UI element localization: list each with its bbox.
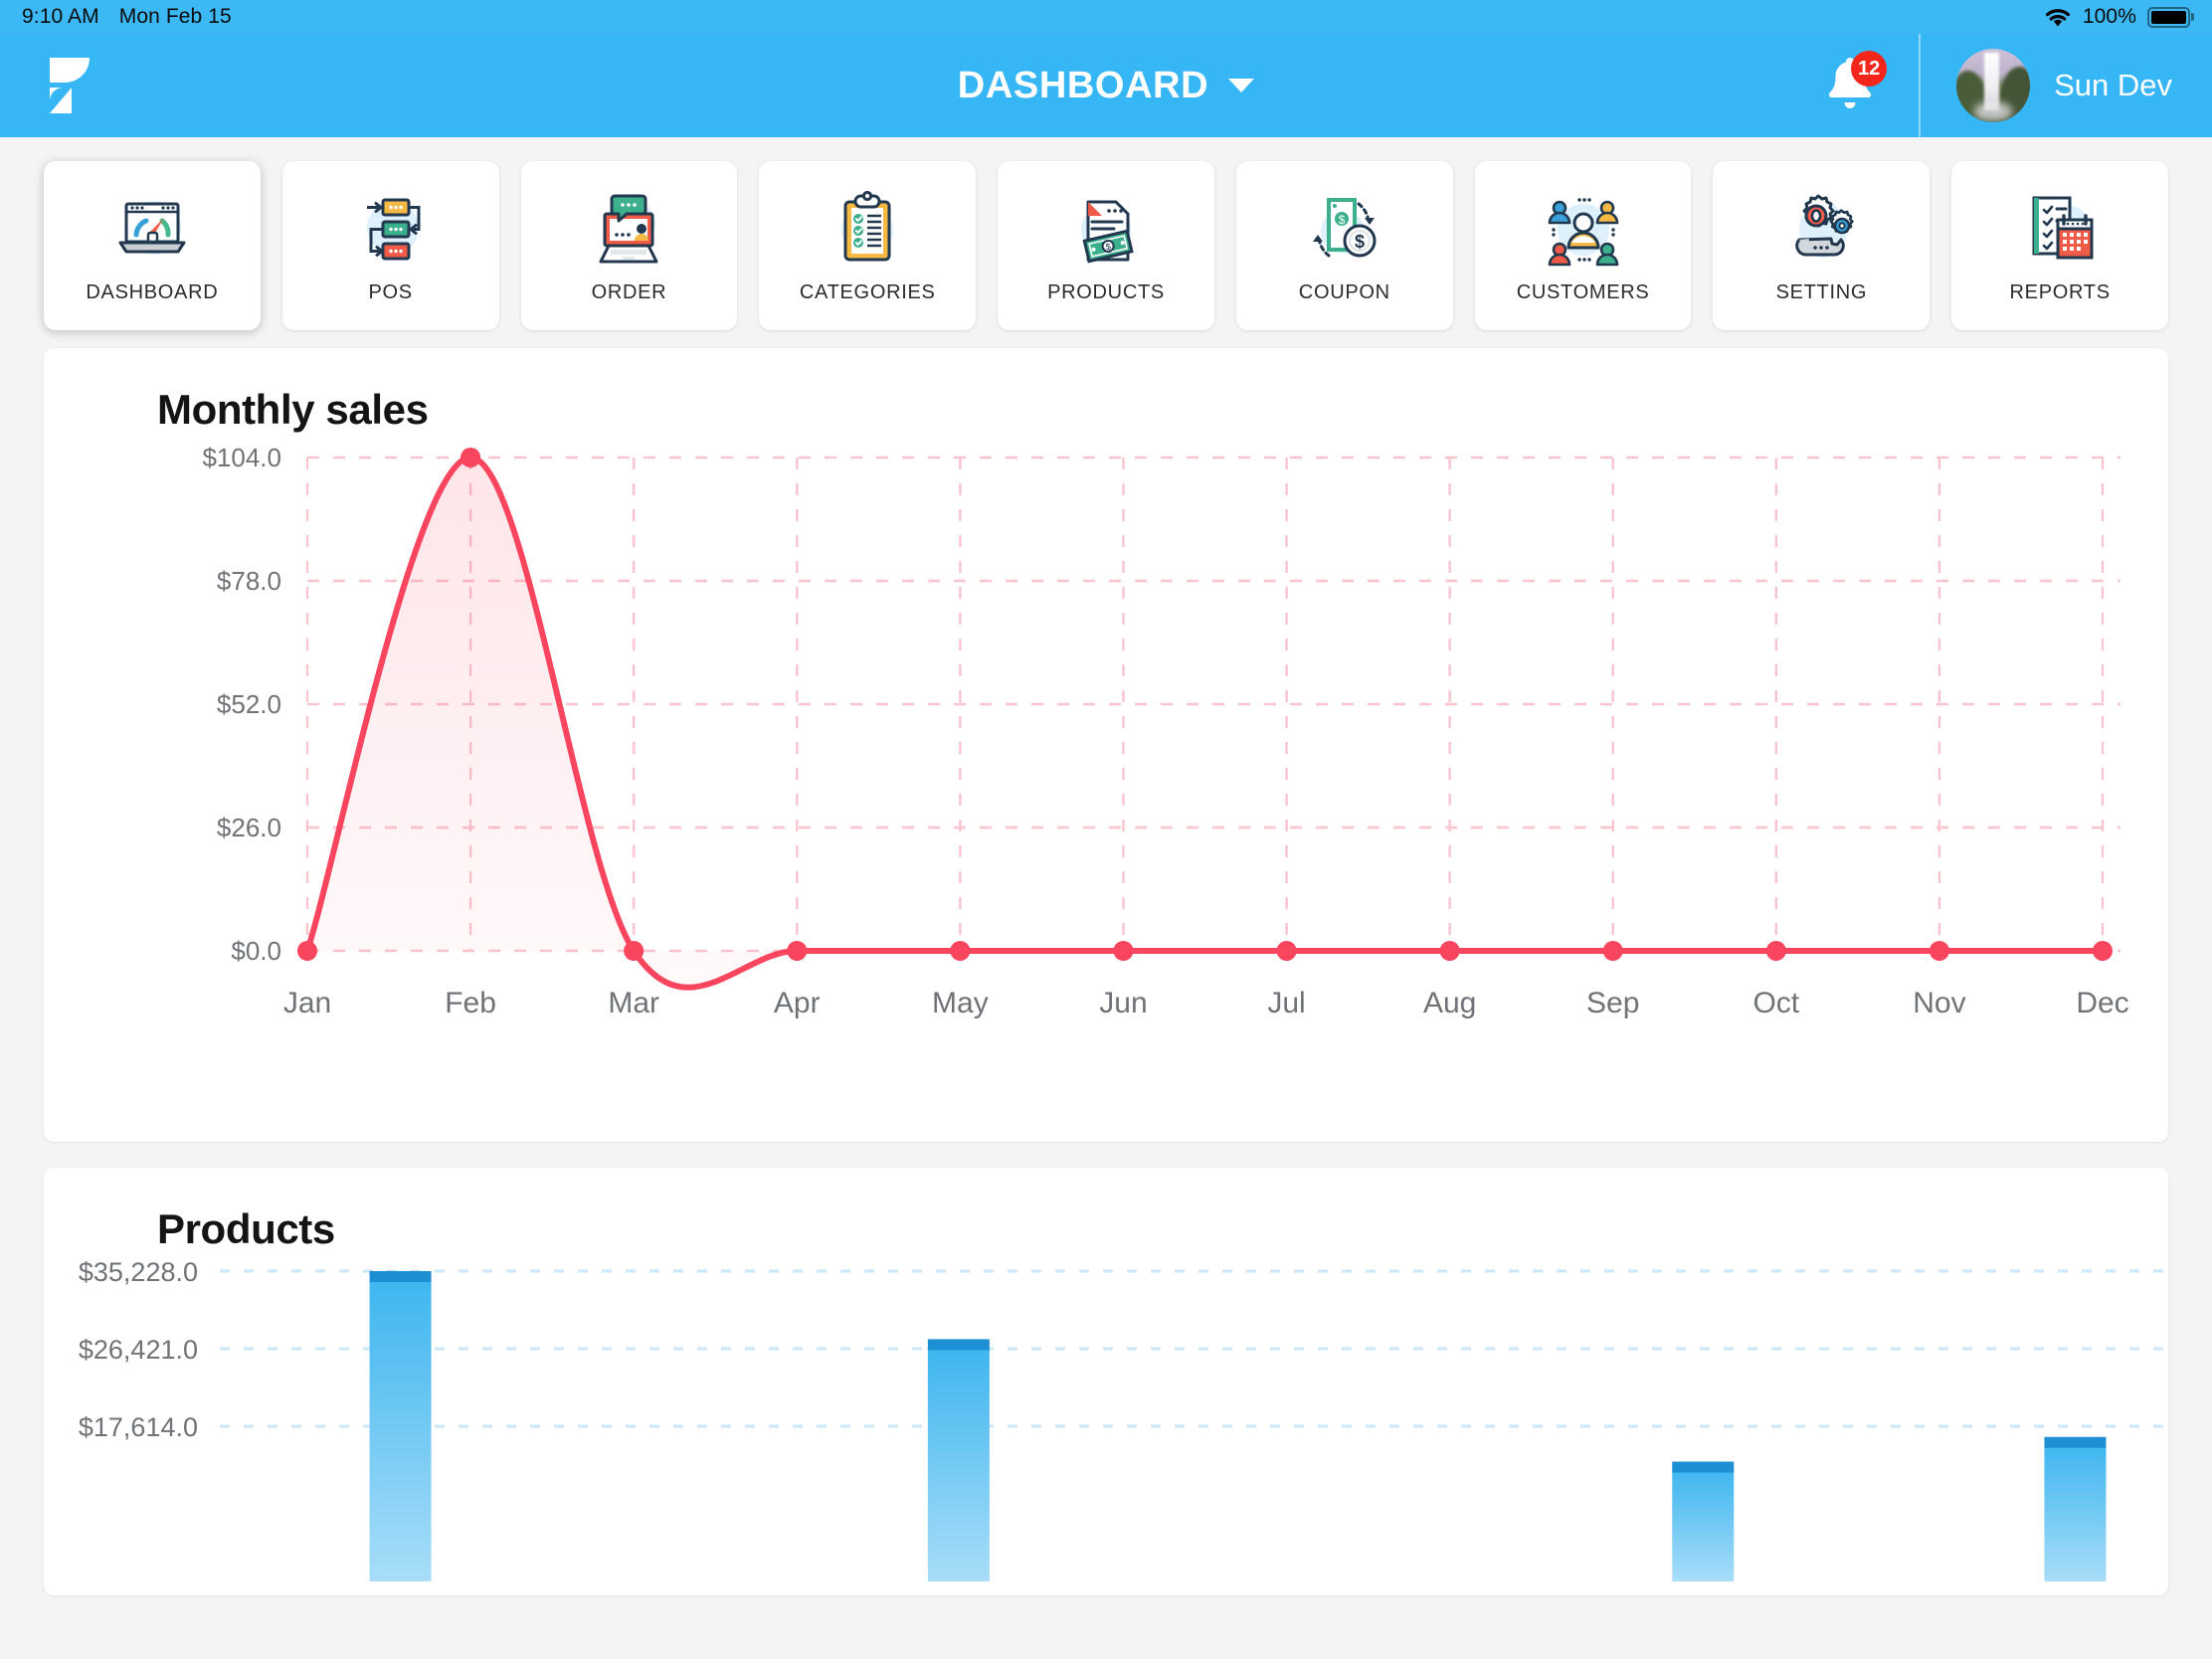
svg-text:Dec: Dec: [2076, 987, 2128, 1019]
dashboard-icon: [110, 188, 194, 272]
products-card: Products $17,614.0 $26,421.0 $35,228.0: [44, 1168, 2168, 1595]
nav-tile-dashboard[interactable]: DASHBOARD: [44, 161, 261, 330]
nav-tile-label: CUSTOMERS: [1517, 281, 1650, 304]
chevron-down-icon[interactable]: [1228, 79, 1254, 92]
svg-text:Aug: Aug: [1423, 987, 1476, 1019]
svg-text:$17,614.0: $17,614.0: [79, 1412, 198, 1442]
svg-text:$: $: [1355, 232, 1365, 252]
nav-tile-label: POS: [369, 281, 413, 304]
user-profile-button[interactable]: Sun Dev: [1921, 49, 2186, 122]
nav-tile-categories[interactable]: CATEGORIES: [759, 161, 976, 330]
status-bar-right: 100%: [2044, 5, 2190, 29]
svg-text:$: $: [1338, 213, 1345, 227]
nav-tile-label: COUPON: [1299, 281, 1390, 304]
nav-tile-reports[interactable]: REPORTS: [1951, 161, 2168, 330]
monthly-sales-title: Monthly sales: [44, 386, 2168, 434]
svg-text:Nov: Nov: [1913, 987, 1965, 1019]
svg-text:$26.0: $26.0: [217, 813, 281, 842]
svg-text:Sep: Sep: [1586, 987, 1639, 1019]
svg-text:$52.0: $52.0: [217, 689, 281, 719]
order-icon: [587, 188, 670, 272]
pos-icon: [349, 188, 433, 272]
page-title[interactable]: DASHBOARD: [958, 65, 1208, 107]
nav-tile-label: SETTING: [1776, 281, 1868, 304]
svg-text:May: May: [932, 987, 989, 1019]
svg-text:Oct: Oct: [1752, 987, 1799, 1019]
coupon-icon: $ $: [1303, 188, 1386, 272]
nav-tiles: DASHBOARD POS: [0, 137, 2212, 348]
svg-text:Mar: Mar: [608, 987, 659, 1019]
svg-text:$26,421.0: $26,421.0: [79, 1335, 198, 1365]
battery-percent: 100%: [2083, 5, 2136, 29]
svg-text:$104.0: $104.0: [202, 443, 281, 472]
svg-text:$35,228.0: $35,228.0: [79, 1257, 198, 1287]
status-bar: 9:10 AM Mon Feb 15 100%: [0, 0, 2212, 34]
nav-tile-label: DASHBOARD: [86, 281, 218, 304]
nav-tile-label: CATEGORIES: [800, 281, 936, 304]
app-logo-icon: [34, 52, 105, 119]
products-icon: $: [1064, 188, 1148, 272]
svg-text:$0.0: $0.0: [231, 936, 281, 966]
avatar: [1956, 49, 2030, 122]
svg-text:$78.0: $78.0: [217, 566, 281, 596]
nav-tile-label: REPORTS: [2010, 281, 2111, 304]
header-right: 12 Sun Dev: [1817, 34, 2186, 137]
svg-text:Jan: Jan: [283, 987, 331, 1019]
monthly-sales-card: Monthly sales $0.0 $26.0 $52.0 $78.0 $104.0 J…: [44, 348, 2168, 1142]
nav-tile-products[interactable]: $ PRODUCTS: [998, 161, 1214, 330]
notification-badge: 12: [1851, 51, 1887, 87]
categories-icon: [826, 188, 909, 272]
nav-tile-order[interactable]: ORDER: [521, 161, 738, 330]
monthly-sales-chart: $0.0 $26.0 $52.0 $78.0 $104.0 Jan Feb Mar Apr May…: [44, 434, 2168, 1070]
customers-icon: [1542, 188, 1625, 272]
status-time: 9:10 AM: [22, 5, 99, 29]
nav-tile-pos[interactable]: POS: [282, 161, 499, 330]
svg-text:Jul: Jul: [1267, 987, 1305, 1019]
svg-text:Apr: Apr: [774, 987, 821, 1019]
products-chart: $17,614.0 $26,421.0 $35,228.0: [44, 1253, 2168, 1581]
nav-tile-customers[interactable]: CUSTOMERS: [1475, 161, 1692, 330]
app-header: DASHBOARD 12 Sun Dev: [0, 34, 2212, 137]
wifi-icon: [2044, 7, 2072, 28]
nav-tile-label: PRODUCTS: [1047, 281, 1165, 304]
setting-icon: [1779, 188, 1863, 272]
nav-tile-label: ORDER: [592, 281, 667, 304]
status-bar-left: 9:10 AM Mon Feb 15: [22, 5, 232, 29]
products-title: Products: [44, 1205, 2168, 1253]
nav-tile-setting[interactable]: SETTING: [1713, 161, 1930, 330]
reports-icon: [2018, 188, 2102, 272]
status-date: Mon Feb 15: [119, 5, 232, 29]
notification-bell-button[interactable]: 12: [1817, 53, 1883, 118]
nav-tile-coupon[interactable]: $ $ COUPON: [1236, 161, 1453, 330]
user-name: Sun Dev: [2054, 68, 2172, 103]
battery-icon: [2147, 7, 2190, 28]
svg-text:Jun: Jun: [1099, 987, 1147, 1019]
svg-text:Feb: Feb: [445, 987, 496, 1019]
